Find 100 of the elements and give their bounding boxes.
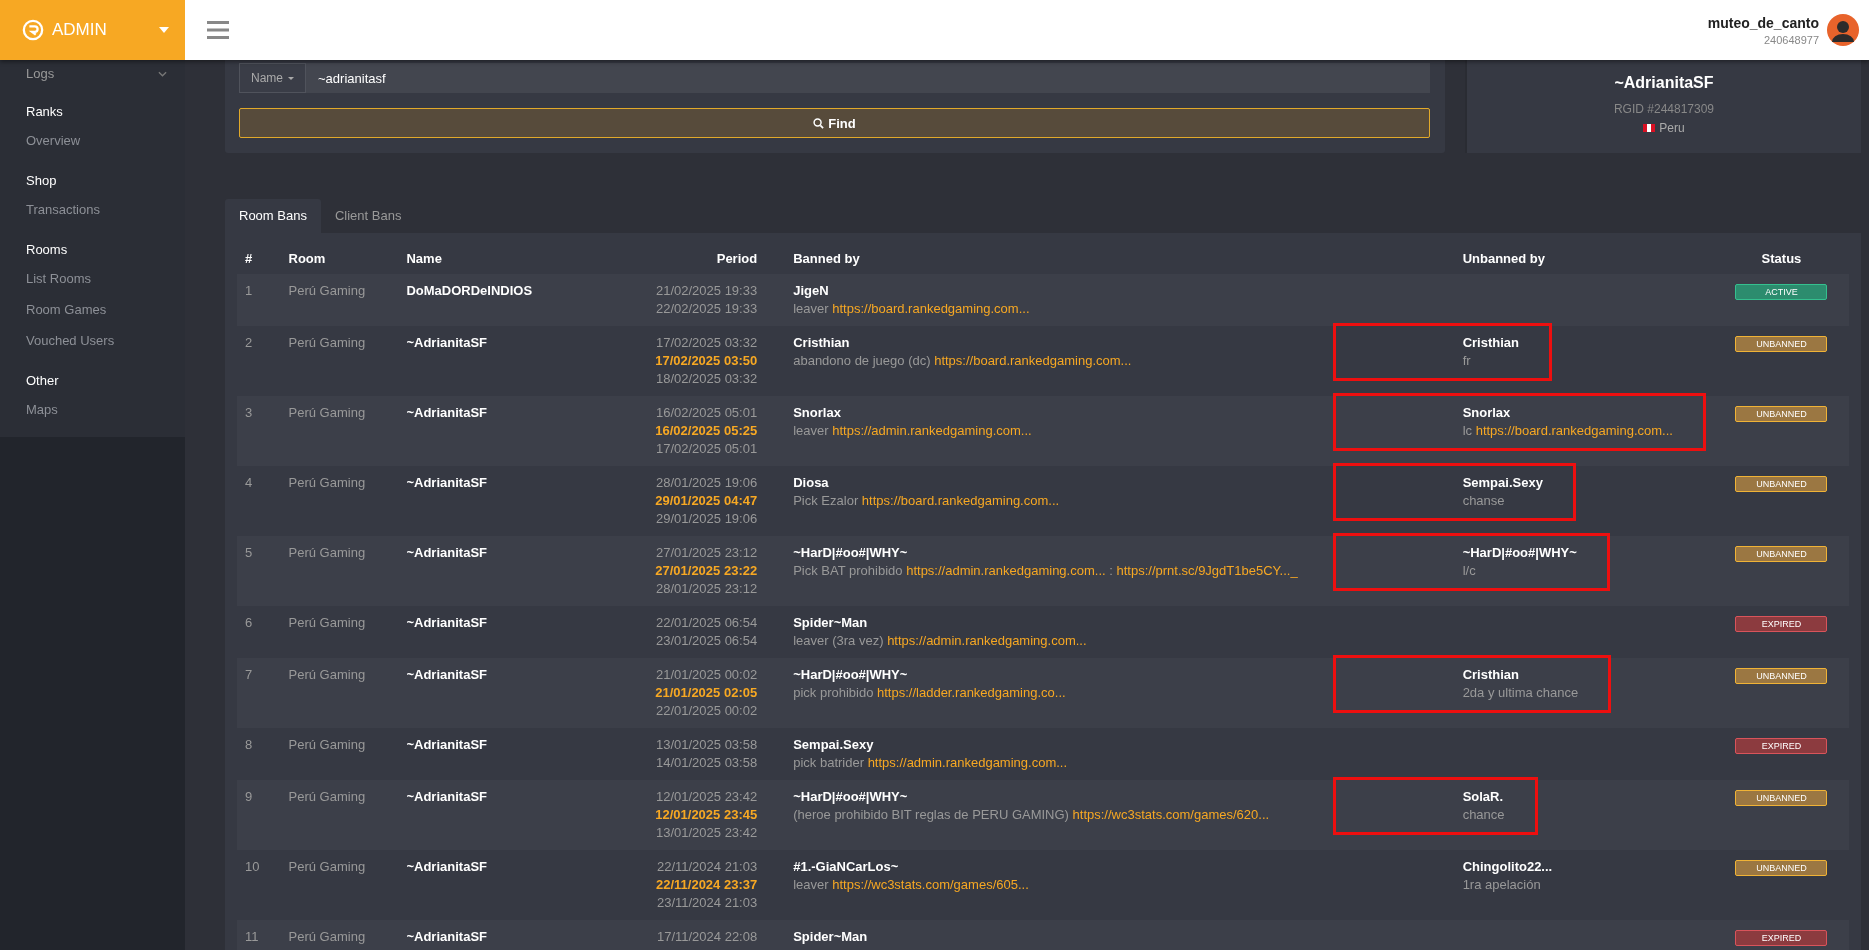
find-button[interactable]: Find — [239, 108, 1430, 138]
profile-rgid: RGID #244817309 — [1613, 102, 1715, 116]
sidebar-item[interactable]: Maps — [0, 394, 185, 425]
menu-icon[interactable] — [207, 21, 229, 39]
row-number: 10 — [245, 859, 260, 874]
sidebar-item[interactable]: List Rooms — [0, 263, 185, 294]
moderator-name: Snorlax — [793, 404, 842, 422]
link[interactable]: https://wc3stats.com/games/620... — [1072, 807, 1270, 822]
column-header: Status — [1761, 251, 1802, 266]
link[interactable]: https://prnt.sc/9JgdT1be5CY..._ — [1116, 563, 1298, 578]
link[interactable]: https://board.rankedgaming.com... — [861, 493, 1060, 508]
link[interactable]: https://board.rankedgaming.com... — [832, 301, 1030, 316]
ban-reason: leaver https://board.rankedgaming.com... — [793, 300, 1031, 318]
moderator-name: SolaR. — [1462, 788, 1505, 806]
ban-reason: leaver https://wc3stats.com/games/605... — [793, 876, 1030, 894]
player-name: ~AdrianitaSF — [406, 335, 487, 350]
column-header: Unbanned by — [1462, 251, 1545, 266]
room-name: Perú Gaming — [288, 929, 366, 944]
moderator-name: Diosa — [793, 474, 830, 492]
avatar-icon[interactable] — [1827, 14, 1859, 46]
period-date: 27/01/2025 23:22 — [654, 562, 758, 580]
period-date: 16/02/2025 05:25 — [654, 422, 758, 440]
status-badge: UNBANNED — [1735, 336, 1828, 352]
period-date: 17/02/2025 03:32 — [654, 334, 758, 352]
ban-reason: abandono de juego (dc) https://board.rankedgaming.com... — [793, 352, 1133, 370]
period-date: 13/01/2025 23:42 — [654, 824, 758, 842]
ban-reason: (heroe prohibido BIT reglas de PERU GAMING) https://wc3stats.com/games/620... — [793, 806, 1271, 824]
moderator-name: JigeN — [793, 282, 830, 300]
player-name: DoMaDORDeINDIOS — [406, 283, 533, 298]
moderator-name: Sempai.Sexy — [793, 736, 875, 754]
moderator-name: Cristhian — [1462, 334, 1519, 352]
link[interactable]: https://admin.rankedgaming.com... — [906, 563, 1106, 578]
status-badge: ACTIVE — [1735, 284, 1828, 300]
ban-reason: leaver https://admin.rankedgaming.com... — [793, 422, 1033, 440]
player-name: ~AdrianitaSF — [406, 789, 487, 804]
column-header: Room — [288, 251, 326, 266]
period-date: 16/02/2025 05:01 — [654, 404, 758, 422]
row-number: 7 — [245, 667, 253, 682]
player-name: ~AdrianitaSF — [406, 859, 487, 874]
status-badge: UNBANNED — [1735, 790, 1828, 806]
sidebar-section-title[interactable]: Shop — [26, 173, 57, 188]
sidebar-item[interactable]: Room Games — [0, 294, 185, 325]
sidebar-section-title[interactable]: Other — [26, 373, 59, 388]
link[interactable]: https://ladder.rankedgaming.co... — [877, 685, 1066, 700]
period-date: 28/01/2025 23:12 — [654, 580, 758, 598]
room-name: Perú Gaming — [288, 615, 366, 630]
moderator-name: Cristhian — [1462, 666, 1520, 684]
logo-icon — [22, 19, 44, 41]
link[interactable]: https://admin.rankedgaming.com... — [832, 423, 1032, 438]
field-dropdown[interactable]: Name — [239, 63, 306, 93]
search-field[interactable]: ~adrianitasf — [306, 63, 1430, 93]
sidebar-item[interactable]: Transactions — [0, 194, 185, 225]
ban-reason: lc https://board.rankedgaming.com... — [1462, 422, 1673, 440]
sidebar-item[interactable]: Vouched Users — [0, 325, 185, 356]
room-name: Perú Gaming — [288, 475, 366, 490]
row-number: 4 — [245, 475, 253, 490]
ban-reason: 1ra apelación — [1462, 876, 1542, 894]
player-name: ~AdrianitaSF — [406, 475, 487, 490]
moderator-name: Cristhian — [793, 334, 851, 352]
link[interactable]: https://board.rankedgaming.com... — [1475, 423, 1673, 438]
tab[interactable]: Room Bans — [225, 199, 321, 233]
link[interactable]: https://board.rankedgaming.com... — [934, 353, 1132, 368]
moderator-name: Snorlax — [1462, 404, 1512, 422]
link[interactable]: https://wc3stats.com/games/605... — [832, 877, 1029, 892]
sidebar-section-title[interactable]: Rooms — [26, 242, 68, 257]
sidebar-section-title[interactable]: Ranks — [26, 104, 63, 119]
moderator-name: ~HarD|#oo#|WHY~ — [793, 788, 909, 806]
ban-reason: chance — [1462, 806, 1505, 824]
period-date: 17/02/2025 05:01 — [654, 440, 758, 458]
user-name: muteo_de_canto — [1707, 14, 1819, 31]
moderator-name: ~HarD|#oo#|WHY~ — [1462, 544, 1577, 562]
status-badge: UNBANNED — [1735, 546, 1828, 562]
period-date: 17/11/2024 22:08 — [655, 928, 758, 946]
caret-icon — [159, 27, 169, 33]
sidebar-item[interactable]: Overview — [0, 125, 185, 156]
flag-icon — [1643, 124, 1656, 132]
period-date: 22/11/2024 21:03 — [655, 858, 758, 876]
ban-reason: pick batrider https://admin.rankedgaming.com... — [793, 754, 1069, 772]
ban-reason: leaver (3ra vez) https://admin.rankedgaming.com... — [793, 632, 1088, 650]
row-number: 11 — [245, 929, 259, 944]
ban-reason: Pick Ezalor https://board.rankedgaming.com... — [793, 492, 1061, 510]
caret-icon — [288, 76, 294, 80]
period-date: 22/02/2025 19:33 — [654, 300, 758, 318]
period-date: 14/01/2025 03:58 — [654, 754, 758, 772]
link[interactable]: https://admin.rankedgaming.com... — [887, 633, 1087, 648]
moderator-name: Sempai.Sexy — [1462, 474, 1543, 492]
room-name: Perú Gaming — [288, 789, 366, 804]
row-number: 1 — [245, 283, 253, 298]
period-date: 21/01/2025 02:05 — [654, 684, 758, 702]
period-date: 22/01/2025 00:02 — [654, 702, 758, 720]
tab[interactable]: Client Bans — [320, 199, 416, 233]
sidebar-section-title[interactable]: Logs — [26, 66, 55, 81]
link[interactable]: https://admin.rankedgaming.com... — [867, 755, 1068, 770]
player-name: ~AdrianitaSF — [406, 615, 487, 630]
period-date: 23/11/2024 21:03 — [655, 894, 758, 912]
row-number: 2 — [245, 335, 253, 350]
search-icon — [813, 117, 825, 129]
status-badge: EXPIRED — [1735, 616, 1828, 632]
column-header: Banned by — [793, 251, 860, 266]
moderator-name: ~HarD|#oo#|WHY~ — [793, 666, 909, 684]
